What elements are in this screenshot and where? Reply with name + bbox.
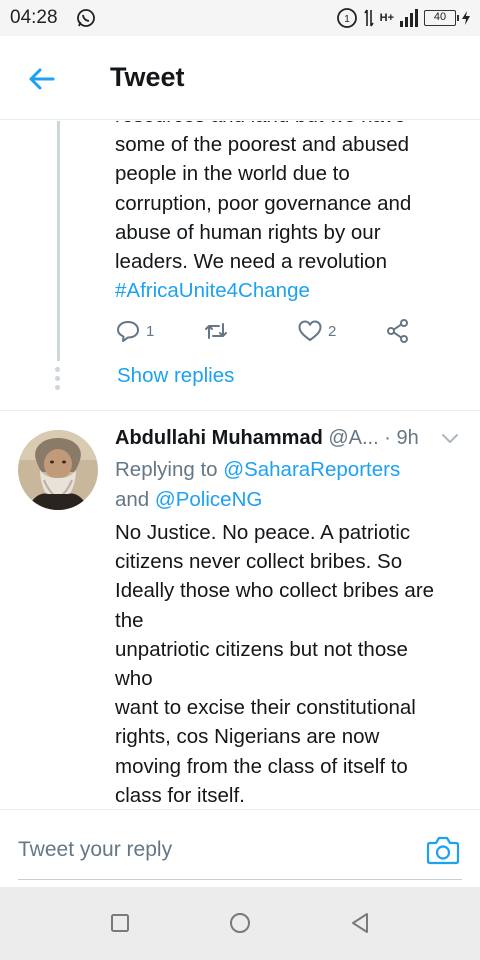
show-replies-link[interactable]: Show replies: [117, 364, 234, 388]
camera-icon[interactable]: [426, 834, 460, 866]
like-button[interactable]: 2: [297, 317, 336, 345]
back-nav-icon[interactable]: [348, 911, 372, 935]
tweet-line: abuse of human rights by our: [115, 220, 381, 244]
mention-link[interactable]: @PoliceNG: [155, 488, 262, 511]
replying-to: Replying to @SaharaReporters and @Police…: [115, 455, 465, 515]
battery-icon: 40: [424, 10, 459, 26]
reply-icon: [117, 321, 139, 342]
tweet-body: No Justice. No peace. A patriotic citize…: [115, 521, 435, 807]
reply-count: 1: [146, 322, 155, 340]
tweet-line: leaders. We need a revolution: [115, 250, 387, 274]
network-type: H+: [379, 12, 394, 24]
status-time: 04:28: [10, 7, 58, 28]
user-handle[interactable]: @A...: [328, 427, 378, 449]
input-underline: [18, 879, 462, 880]
previous-tweet-text: resources and land but we have some of t…: [115, 121, 465, 305]
tweet-line: people in the world due to: [115, 162, 350, 186]
reply-composer: Tweet your reply: [0, 809, 480, 887]
data-transfer-icon: [363, 9, 374, 27]
replying-prefix: Replying to: [115, 458, 218, 481]
navigation-bar: [0, 887, 480, 960]
divider: [0, 410, 480, 411]
header: Tweet: [0, 36, 480, 120]
page-title: Tweet: [110, 62, 185, 92]
retweet-icon: [205, 323, 227, 339]
tweet-header: Abdullahi Muhammad @A... · 9h: [115, 427, 465, 450]
tweet-line: some of the poorest and abused: [115, 133, 410, 157]
share-button[interactable]: [385, 317, 411, 345]
charging-icon: [462, 11, 470, 25]
reply-button[interactable]: 1: [115, 317, 154, 345]
tweet-line: resources and land but we have: [115, 121, 465, 130]
heart-icon: [298, 320, 322, 341]
battery-level: 40: [433, 11, 447, 23]
chevron-down-icon[interactable]: [441, 433, 459, 445]
retweet-button[interactable]: [203, 317, 229, 345]
data-saver-icon: 1: [336, 8, 357, 28]
home-icon[interactable]: [228, 911, 252, 935]
thread-dots: [55, 367, 62, 394]
share-icon: [387, 319, 408, 343]
avatar[interactable]: [18, 430, 98, 510]
back-arrow-icon[interactable]: [26, 64, 56, 94]
tweet-line: corruption, poor governance and: [115, 191, 412, 215]
avatar-portrait: [18, 430, 98, 510]
tweet-actions: 1 2: [115, 317, 425, 345]
status-icons: 1 H+ 40: [336, 6, 470, 30]
status-bar: 04:28 1 H+ 40: [0, 0, 480, 36]
whatsapp-icon: [77, 9, 95, 27]
and-word: and: [115, 488, 150, 511]
reply-input[interactable]: Tweet your reply: [18, 838, 172, 862]
svg-text:1: 1: [344, 14, 350, 25]
user-name[interactable]: Abdullahi Muhammad: [115, 427, 323, 449]
thread-line: [57, 121, 60, 361]
signal-icon: [400, 9, 418, 27]
tweet-time: · 9h: [384, 427, 419, 449]
tweet-thread[interactable]: resources and land but we have some of t…: [0, 121, 480, 809]
recents-icon[interactable]: [108, 911, 132, 935]
hashtag-link[interactable]: #AfricaUnite4Change: [115, 276, 465, 305]
mention-link[interactable]: @SaharaReporters: [223, 458, 400, 481]
like-count: 2: [328, 322, 337, 340]
